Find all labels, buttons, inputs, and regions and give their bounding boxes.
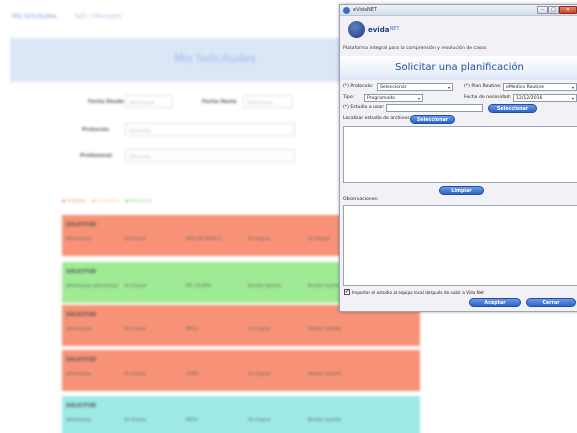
chevron-down-icon: ▾ <box>447 85 450 90</box>
protocolo-select[interactable]: Seleccione <box>125 123 295 136</box>
importar-label: Importar el estudio al equipo local desp… <box>352 290 484 295</box>
limpiar-button[interactable]: Limpiar <box>439 186 484 195</box>
protocolo-row: Protocolo Seleccione <box>80 123 310 136</box>
aceptar-button[interactable]: Aceptar <box>469 298 521 307</box>
legend-item: ● En proceso <box>91 198 119 203</box>
date-row: Fecha Desde dd/mm/aaaa Fecha Hasta dd/mm… <box>80 95 310 108</box>
card-heading: SOLICITUD <box>66 357 97 363</box>
tipo-value: Programado <box>367 96 395 101</box>
protocolo-value: Seleccionar <box>380 85 407 90</box>
seleccionar-estudio-button[interactable]: Seleccionar <box>488 104 537 113</box>
archivos-textarea[interactable] <box>343 126 577 183</box>
card-cell: Sin Asignar <box>248 326 271 331</box>
fecha-combo[interactable]: 12/12/2016 ▾ <box>513 94 577 102</box>
desde-input[interactable]: dd/mm/aaaa <box>125 95 173 108</box>
hasta-label: Fecha Hasta <box>202 99 237 105</box>
solicitud-dialog: eVidaNET – □ ✕ evidaNET Plataforma integ… <box>339 4 577 312</box>
filter-form: Fecha Desde dd/mm/aaaa Fecha Hasta dd/mm… <box>80 95 310 175</box>
dialog-heading: Solicitar una planificación <box>395 62 524 73</box>
card-cell: Nombre Apellido <box>308 417 342 422</box>
window-title: eVidaNET <box>353 7 377 13</box>
desde-label: Fecha Desde <box>88 99 124 105</box>
nav-secondary[interactable]: Salir / Mensajes <box>74 13 121 20</box>
card-heading: SOLICITUD <box>66 222 97 228</box>
tipo-combo[interactable]: Programado ▾ <box>364 94 423 102</box>
maximize-button[interactable]: □ <box>548 6 559 14</box>
estudio-input[interactable] <box>386 104 483 112</box>
card-cell: dd/mm/aaaa <box>66 236 92 241</box>
protocolo-combo[interactable]: Seleccionar ▾ <box>377 83 453 91</box>
cerrar-button[interactable]: Cerrar <box>526 298 576 307</box>
card-cell: dd/mm/aaaa <box>66 417 92 422</box>
chevron-down-icon: ▾ <box>571 85 574 90</box>
card-heading: SOLICITUD <box>66 403 97 409</box>
card-cell: Sin Evaluar <box>124 283 147 288</box>
plan-value: eMedico Routine <box>506 85 545 90</box>
plan-label: (*) Plan Routine: <box>464 84 502 89</box>
logo-text: evidaNET <box>368 26 399 34</box>
card-cell: Sin Evaluar <box>124 326 147 331</box>
localizar-label: Localizar estudio de archivos: <box>343 116 412 121</box>
observaciones-label: Observaciones: <box>343 197 379 202</box>
card-heading: SOLICITUD <box>66 269 97 275</box>
card-cell: MACH <box>186 326 198 331</box>
hasta-input[interactable]: dd/mm/aaaa <box>243 95 293 108</box>
close-window-button[interactable]: ✕ <box>559 6 577 14</box>
profesional-row: Profesional Seleccione <box>80 149 310 162</box>
card-cell: Nombre Apellido <box>308 371 342 376</box>
app-icon <box>343 7 350 14</box>
card-cell: dd/mm/aaaa dd/mm/aaaa <box>66 283 119 288</box>
card-cell: Sin Asignar <box>248 236 271 241</box>
card-cell: Nombre Apellido <box>248 283 282 288</box>
evida-logo-icon <box>348 21 365 38</box>
card-cell: Sin Asignar <box>248 417 271 422</box>
request-card[interactable]: SOLICITUD dd/mm/aaaa Sin Evaluar LOPEZ Sin A… <box>62 350 420 391</box>
chevron-down-icon: ▾ <box>417 96 420 101</box>
card-cell: Sin Asignar <box>308 236 331 241</box>
legend-item: ● Aceptada <box>62 198 86 203</box>
profesional-select[interactable]: Seleccione <box>125 149 295 162</box>
window-titlebar[interactable]: eVidaNET – □ ✕ <box>340 5 577 16</box>
request-card[interactable]: SOLICITUD dd/mm/aaaa Sin Evaluar MACH Sin As… <box>62 396 420 433</box>
logo-brand: evida <box>368 26 390 34</box>
importar-checkbox[interactable]: ✔ <box>344 289 350 295</box>
card-cell: Sin Evaluar <box>124 371 147 376</box>
logo-area: evidaNET <box>340 17 577 45</box>
tipo-label: Tipo: <box>343 95 355 100</box>
card-cell: MOLLAR GRACE S. <box>186 236 223 241</box>
card-cell: LOPEZ <box>186 371 199 376</box>
card-cell: Nombre Apellido <box>308 283 342 288</box>
nav-mis-solicitudes[interactable]: Mis Solicitudes <box>12 13 56 20</box>
minimize-button[interactable]: – <box>537 6 548 14</box>
fecha-label: Fecha de necesidad: <box>464 95 512 100</box>
profesional-label: Profesional <box>80 153 112 159</box>
card-cell: PM. CELIRRA <box>186 283 212 288</box>
protocolo-label: (*) Protocolo: <box>343 84 374 89</box>
card-cell: Nombre Apellido <box>308 326 342 331</box>
card-cell: MACH <box>186 417 198 422</box>
legend-item: ● Rechazada <box>125 198 152 203</box>
estudio-label: (*) Estudio a usar: <box>343 105 385 110</box>
card-cell: dd/mm/aaaa <box>66 326 92 331</box>
card-heading: SOLICITUD <box>66 312 97 318</box>
status-legend: ● Aceptada ● En proceso ● Rechazada <box>62 198 157 203</box>
card-cell: Sin Asignar <box>248 371 271 376</box>
background-nav: Mis Solicitudes Salir / Mensajes <box>12 13 137 20</box>
card-cell: Sin Evaluar <box>124 236 147 241</box>
seleccionar-archivo-button[interactable]: Seleccionar <box>410 115 455 124</box>
observaciones-textarea[interactable] <box>343 205 577 286</box>
heading-band: Solicitar una planificación <box>340 56 577 80</box>
card-cell: dd/mm/aaaa <box>66 371 92 376</box>
plan-combo[interactable]: eMedico Routine ▾ <box>503 83 577 91</box>
logo-suffix: NET <box>389 26 400 32</box>
protocolo-label: Protocolo <box>82 127 109 133</box>
tagline: Plataforma integral para la comprensión … <box>343 46 487 51</box>
fecha-value: 12/12/2016 <box>516 96 543 101</box>
chevron-down-icon: ▾ <box>571 96 574 101</box>
card-cell: Sin Evaluar <box>124 417 147 422</box>
